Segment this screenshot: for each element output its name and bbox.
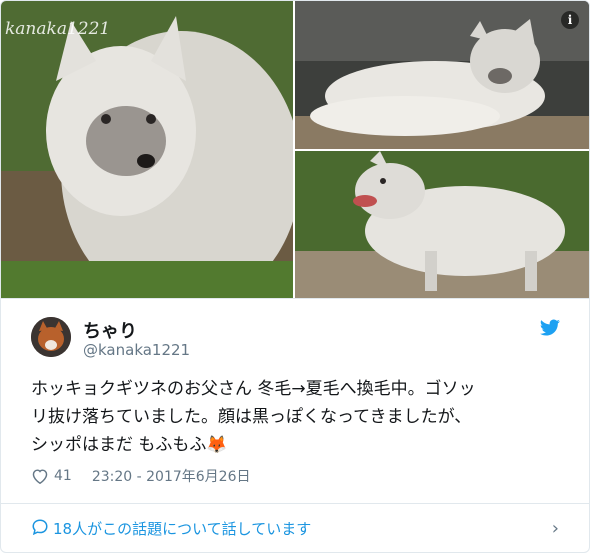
photo-arctic-fox-face[interactable]: kanaka1221 <box>1 1 293 298</box>
tweet-header: ちゃり @kanaka1221 <box>1 298 589 369</box>
tweet-text: ホッキョクギツネのお父さん 冬毛→夏毛へ換毛中。ゴソッ リ抜け落ちていました。顔… <box>31 375 571 459</box>
timestamp[interactable]: 23:20 - 2017年6月26日 <box>92 466 251 486</box>
user-handle[interactable]: @kanaka1221 <box>83 341 190 359</box>
twitter-bird-icon[interactable] <box>539 319 561 337</box>
speech-bubble-icon <box>32 519 48 536</box>
like-count[interactable]: 41 <box>54 468 72 484</box>
avatar[interactable] <box>31 317 71 357</box>
photo-grid: kanaka1221 i <box>1 1 589 298</box>
display-name[interactable]: ちゃり <box>83 317 137 343</box>
tweet-text-line: リ抜け落ちていました。顔は黒っぽくなってきましたが、 <box>31 407 472 427</box>
photo-arctic-fox-lying[interactable]: i <box>295 1 589 149</box>
watermark-text: kanaka1221 <box>5 19 111 39</box>
tweet-text-line: ホッキョクギツネのお父さん 冬毛→夏毛へ換毛中。ゴソッ <box>31 379 476 399</box>
conversation-footer[interactable]: 18人がこの話題について話しています › <box>1 503 589 552</box>
tweet-text-line: シッポはまだ もふもふ🦊 <box>31 435 228 455</box>
info-icon[interactable]: i <box>561 11 579 29</box>
tweet-card[interactable]: kanaka1221 i ちゃり @kanaka1221 ホッキョクギツネのお父… <box>0 0 590 553</box>
tweet-meta: 41 23:20 - 2017年6月26日 <box>31 466 250 486</box>
photo-arctic-fox-standing[interactable] <box>295 151 589 298</box>
heart-icon[interactable] <box>31 468 49 484</box>
chevron-right-icon[interactable]: › <box>552 518 559 539</box>
conversation-link[interactable]: 18人がこの話題について話しています <box>53 518 311 539</box>
